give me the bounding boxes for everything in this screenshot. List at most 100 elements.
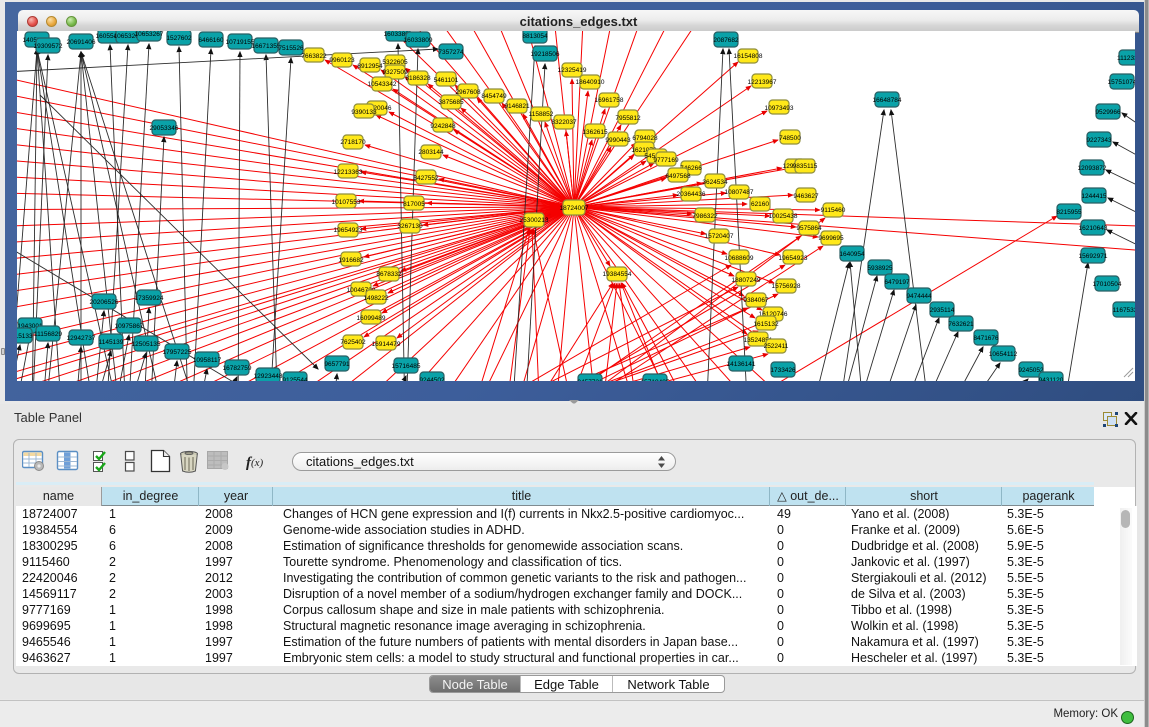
svg-text:5461101: 5461101: [434, 77, 459, 84]
svg-text:10025438: 10025438: [769, 213, 798, 220]
svg-text:12325419: 12325419: [558, 67, 587, 74]
svg-text:1362615: 1362615: [582, 129, 608, 136]
svg-text:9657791: 9657791: [324, 361, 350, 368]
svg-text:19384554: 19384554: [603, 271, 632, 278]
svg-text:2522411: 2522411: [764, 343, 789, 350]
svg-text:9575864: 9575864: [796, 225, 822, 232]
svg-text:15720407: 15720407: [705, 233, 734, 240]
svg-text:62160: 62160: [751, 201, 769, 208]
svg-text:7625402: 7625402: [340, 339, 366, 346]
svg-text:2935114: 2935114: [930, 307, 955, 314]
svg-text:3915133: 3915133: [17, 333, 33, 340]
svg-text:9125544: 9125544: [282, 377, 308, 381]
svg-text:7632621: 7632621: [948, 321, 974, 328]
svg-text:16033809: 16033809: [404, 37, 433, 44]
svg-text:9777169: 9777169: [653, 157, 679, 164]
svg-text:9457721: 9457721: [577, 379, 603, 381]
svg-text:8813054: 8813054: [522, 33, 548, 40]
svg-text:9474444: 9474444: [906, 293, 932, 300]
svg-text:8454749: 8454749: [481, 93, 507, 100]
svg-text:16099489: 16099489: [357, 315, 386, 322]
svg-text:3875685: 3875685: [438, 99, 464, 106]
svg-text:9835115: 9835115: [793, 163, 818, 170]
svg-text:748500: 748500: [779, 135, 801, 142]
svg-text:2803144: 2803144: [418, 149, 444, 156]
svg-text:9463627: 9463627: [793, 193, 819, 200]
svg-text:9227343: 9227343: [1086, 137, 1112, 144]
svg-text:12213363: 12213363: [334, 169, 363, 176]
svg-text:9327509: 9327509: [382, 69, 408, 76]
svg-text:8215955: 8215955: [1056, 209, 1082, 216]
svg-text:9244502: 9244502: [419, 377, 445, 381]
svg-text:16914479: 16914479: [372, 341, 401, 348]
svg-text:7357274: 7357274: [438, 49, 464, 56]
svg-text:12923448: 12923448: [254, 373, 283, 380]
svg-text:1733426: 1733426: [770, 367, 796, 374]
svg-text:12213967: 12213967: [748, 79, 777, 86]
svg-text:16782759: 16782759: [223, 365, 252, 372]
svg-text:817005: 817005: [403, 201, 425, 208]
svg-text:9115460: 9115460: [821, 207, 846, 214]
svg-text:10653267: 10653267: [135, 31, 164, 38]
svg-text:15756928: 15756928: [772, 283, 801, 290]
svg-text:8912954: 8912954: [357, 63, 383, 70]
svg-text:15692971: 15692971: [1079, 253, 1108, 260]
svg-text:11156829: 11156829: [34, 331, 62, 338]
svg-text:10543342: 10543342: [368, 81, 397, 88]
svg-text:10958117: 10958117: [193, 357, 222, 364]
svg-text:10654112: 10654112: [989, 351, 1018, 358]
svg-text:20206526: 20206526: [90, 299, 119, 306]
svg-text:19654923: 19654923: [779, 255, 808, 262]
svg-text:15718485: 15718485: [641, 379, 670, 381]
svg-text:15751074: 15751074: [1108, 79, 1135, 86]
svg-text:3624534: 3624534: [702, 179, 728, 186]
svg-text:1167533: 1167533: [1113, 307, 1135, 314]
svg-text:16961758: 16961758: [595, 97, 624, 104]
svg-text:16210643: 16210643: [1079, 225, 1108, 232]
svg-text:1244415: 1244415: [1081, 193, 1107, 200]
svg-text:17957225: 17957225: [163, 349, 192, 356]
svg-text:6497568: 6497568: [665, 173, 691, 180]
svg-text:3267130: 3267130: [397, 223, 423, 230]
svg-text:6466160: 6466160: [198, 37, 224, 44]
svg-text:10807487: 10807487: [725, 189, 754, 196]
svg-text:15716485: 15716485: [392, 363, 421, 370]
svg-text:7955812: 7955812: [615, 115, 641, 122]
svg-text:1145139: 1145139: [99, 339, 124, 346]
svg-text:8471676: 8471676: [973, 335, 999, 342]
svg-text:29053346: 29053346: [150, 125, 179, 132]
svg-text:1158852: 1158852: [529, 111, 554, 118]
svg-text:9384067: 9384067: [743, 297, 769, 304]
svg-text:19654923: 19654923: [334, 227, 363, 234]
svg-text:14136141: 14136141: [727, 361, 756, 368]
svg-text:1640954: 1640954: [839, 251, 865, 258]
svg-text:2087682: 2087682: [713, 37, 739, 44]
svg-text:1916682: 1916682: [338, 257, 364, 264]
svg-text:10975867: 10975867: [115, 323, 144, 330]
svg-text:8678332: 8678332: [376, 271, 402, 278]
svg-text:(x): (x): [251, 457, 264, 469]
svg-text:25300213: 25300213: [520, 217, 549, 224]
svg-text:10973493: 10973493: [765, 105, 794, 112]
svg-text:6794028: 6794028: [632, 135, 658, 142]
svg-text:9960123: 9960123: [329, 57, 355, 64]
svg-text:1527602: 1527602: [166, 35, 192, 42]
svg-text:9699695: 9699695: [818, 235, 844, 242]
svg-text:17010504: 17010504: [1093, 281, 1122, 288]
svg-text:10688609: 10688609: [725, 255, 754, 262]
svg-text:2718170: 2718170: [340, 139, 366, 146]
svg-text:19218506: 19218506: [531, 51, 560, 58]
svg-text:7986322: 7986322: [692, 213, 718, 220]
svg-text:8322037: 8322037: [551, 119, 577, 126]
svg-text:16154808: 16154808: [734, 53, 763, 60]
svg-text:9431120: 9431120: [1039, 377, 1064, 381]
svg-text:9242848: 9242848: [430, 123, 456, 130]
svg-text:9529966: 9529966: [1095, 109, 1121, 116]
svg-text:12093872: 12093872: [1078, 165, 1107, 172]
svg-text:16648784: 16648784: [873, 97, 902, 104]
svg-text:11123359: 11123359: [1117, 55, 1135, 62]
svg-text:19309572: 19309572: [34, 43, 63, 50]
svg-text:1498222: 1498222: [363, 295, 389, 302]
svg-text:5938925: 5938925: [867, 265, 893, 272]
svg-text:10107553: 10107553: [332, 199, 361, 206]
